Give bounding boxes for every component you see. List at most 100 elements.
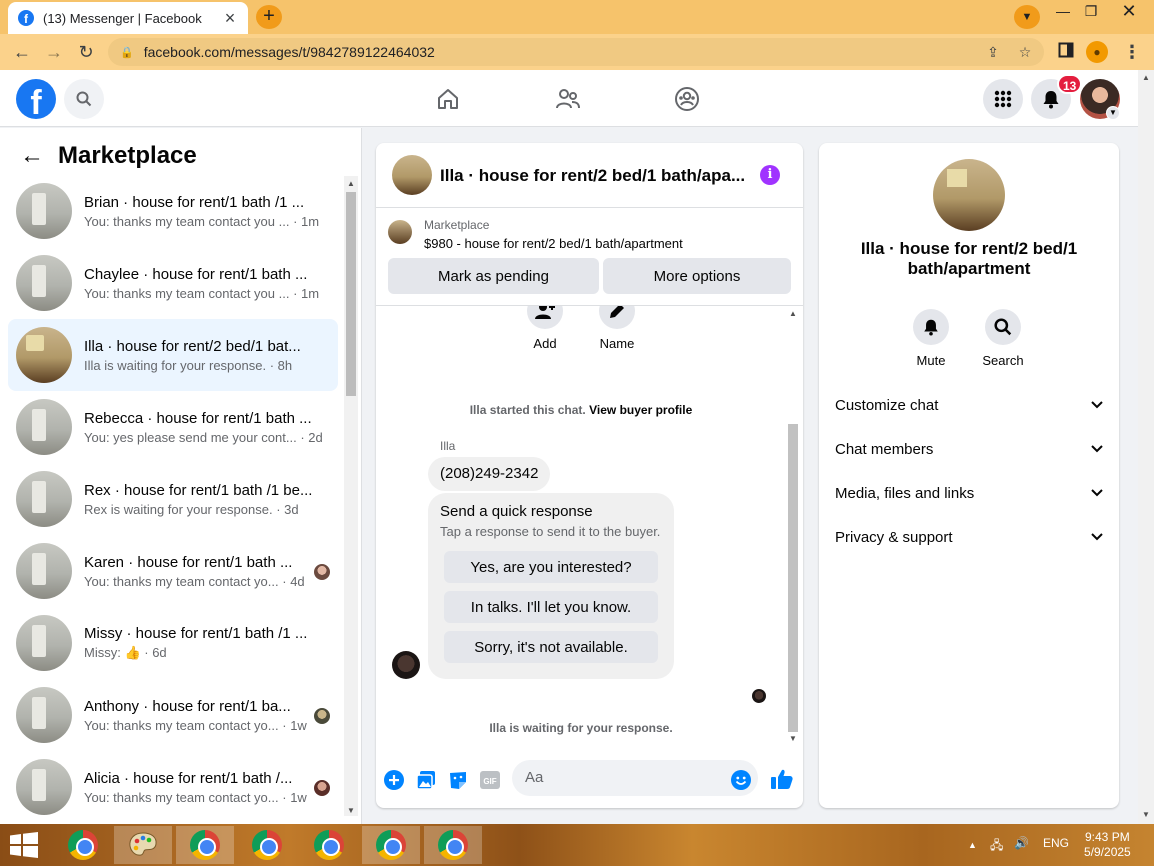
- gif-button[interactable]: GIF: [479, 769, 501, 791]
- scroll-up-icon[interactable]: ▲: [347, 179, 355, 188]
- chrome-taskbar-app-active[interactable]: [362, 826, 420, 864]
- friends-nav-button[interactable]: [553, 84, 583, 114]
- chat-started-notice: Illa started this chat. View buyer profi…: [469, 403, 693, 417]
- windows-start-icon[interactable]: [10, 832, 38, 858]
- more-options-button[interactable]: More options: [603, 258, 791, 294]
- buyer-avatar[interactable]: [392, 651, 420, 679]
- conversation-item[interactable]: Brian · house for rent/1 bath /1 ... You:…: [8, 175, 338, 247]
- bookmark-star-icon[interactable]: ☆: [1012, 44, 1038, 61]
- more-actions-button[interactable]: [383, 769, 405, 791]
- browser-tab[interactable]: f (13) Messenger | Facebook ×: [8, 2, 248, 34]
- conversation-item[interactable]: Chaylee · house for rent/1 bath ... You: …: [8, 247, 338, 319]
- forward-icon[interactable]: →: [42, 40, 66, 64]
- chrome-taskbar-app[interactable]: [54, 826, 112, 864]
- new-tab-button[interactable]: +: [256, 5, 282, 29]
- mute-action[interactable]: Mute: [901, 309, 961, 368]
- listing-thumbnail[interactable]: [388, 220, 412, 244]
- chrome-taskbar-app[interactable]: [424, 826, 482, 864]
- conversation-avatar: [16, 255, 72, 311]
- menu-button[interactable]: [983, 79, 1023, 119]
- info-icon[interactable]: i: [760, 165, 780, 185]
- details-avatar[interactable]: [933, 159, 1005, 231]
- chat-members-section[interactable]: Chat members: [835, 427, 1103, 471]
- chat-scrollbar[interactable]: ▲ ▼: [786, 306, 800, 746]
- sticker-button[interactable]: [447, 769, 469, 791]
- conversation-item[interactable]: Alicia · house for rent/1 bath /... You: …: [8, 751, 338, 823]
- view-buyer-profile-link[interactable]: View buyer profile: [589, 403, 692, 417]
- browser-toolbar: ← → ↻ 🔒 facebook.com/messages/t/98427891…: [0, 34, 1154, 70]
- browser-profile-icon[interactable]: ●: [1086, 41, 1108, 63]
- reload-icon[interactable]: ↻: [74, 40, 98, 64]
- lock-icon: 🔒: [120, 46, 134, 59]
- search-button[interactable]: [64, 79, 104, 119]
- conversation-preview: You: thanks my team contact yo...: [84, 717, 279, 733]
- mark-as-pending-button[interactable]: Mark as pending: [388, 258, 599, 294]
- privacy-support-section[interactable]: Privacy & support: [835, 515, 1103, 559]
- paint-taskbar-app[interactable]: [114, 826, 172, 864]
- side-panel-icon[interactable]: [1054, 40, 1078, 64]
- back-icon[interactable]: ←: [10, 40, 34, 64]
- tray-overflow-icon[interactable]: ▲: [968, 840, 977, 850]
- home-nav-button[interactable]: [433, 84, 463, 114]
- windows-taskbar: ▲ 🖧 🔊 ENG 9:43 PM 5/9/2025: [0, 824, 1154, 866]
- conversation-item[interactable]: Anthony · house for rent/1 ba... You: tha…: [8, 679, 338, 751]
- edit-name-action[interactable]: Name: [587, 306, 647, 351]
- facebook-logo-icon[interactable]: f: [16, 79, 56, 119]
- address-bar[interactable]: 🔒 facebook.com/messages/t/98427891224640…: [108, 38, 1044, 66]
- sidebar-scrollbar[interactable]: ▲ ▼: [344, 176, 358, 816]
- customize-chat-section[interactable]: Customize chat: [835, 383, 1103, 427]
- conversation-item-active[interactable]: Illa · house for rent/2 bed/1 bat... Illa…: [8, 319, 338, 391]
- chat-avatar[interactable]: [392, 155, 432, 195]
- message-input[interactable]: Aa: [512, 760, 758, 796]
- scroll-down-icon[interactable]: ▼: [1142, 810, 1150, 819]
- scroll-down-icon[interactable]: ▼: [347, 806, 355, 815]
- search-in-chat-action[interactable]: Search: [973, 309, 1033, 368]
- chat-title[interactable]: Illa · house for rent/2 bed/1 bath/apa..…: [440, 166, 750, 186]
- seen-by-avatar: [314, 780, 330, 796]
- scroll-down-icon[interactable]: ▼: [789, 734, 797, 743]
- listing-title[interactable]: $980 - house for rent/2 bed/1 bath/apart…: [424, 236, 683, 251]
- conversation-preview: Illa is waiting for your response.: [84, 357, 267, 373]
- conversation-sidebar: ← Marketplace Brian · house for rent/1 b…: [0, 128, 362, 824]
- conversation-preview: You: thanks my team contact you ...: [84, 213, 290, 229]
- language-indicator[interactable]: ENG: [1043, 836, 1069, 850]
- conversation-item[interactable]: Missy · house for rent/1 bath /1 ... Miss…: [8, 607, 338, 679]
- back-arrow-icon[interactable]: ←: [20, 142, 44, 170]
- chrome-taskbar-app[interactable]: [300, 826, 358, 864]
- like-send-button[interactable]: [770, 767, 794, 791]
- taskbar-clock[interactable]: 9:43 PM 5/9/2025: [1084, 830, 1131, 860]
- close-tab-icon[interactable]: ×: [222, 8, 238, 29]
- page-scrollbar[interactable]: ▲ ▼: [1138, 70, 1154, 824]
- conversation-name: Karen · house for rent/1 bath ...: [84, 553, 293, 571]
- conversation-item[interactable]: Rebecca · house for rent/1 bath ... You: …: [8, 391, 338, 463]
- quick-response-option[interactable]: Yes, are you interested?: [444, 551, 658, 583]
- close-window-icon[interactable]: ✕: [1114, 0, 1144, 26]
- conversation-item[interactable]: Karen · house for rent/1 bath ... You: th…: [8, 535, 338, 607]
- marketplace-listing-card: Marketplace $980 - house for rent/2 bed/…: [376, 208, 803, 306]
- conversation-item[interactable]: Rex · house for rent/1 bath /1 be... Rex …: [8, 463, 338, 535]
- emoji-button[interactable]: [730, 769, 752, 791]
- conversation-time: · 1m: [293, 213, 320, 229]
- restore-icon[interactable]: ❐: [1076, 0, 1106, 26]
- chrome-taskbar-app[interactable]: [238, 826, 296, 864]
- sidebar-scroll-thumb[interactable]: [346, 192, 356, 396]
- share-icon[interactable]: ⇪: [980, 44, 1006, 61]
- scroll-up-icon[interactable]: ▲: [789, 309, 797, 318]
- browser-menu-icon[interactable]: ⋮: [1120, 40, 1144, 64]
- seen-indicator-avatar: [752, 689, 766, 703]
- account-chevron-down-icon[interactable]: ▼: [1106, 106, 1120, 120]
- scroll-up-icon[interactable]: ▲: [1142, 73, 1150, 82]
- add-people-action[interactable]: Add: [515, 306, 575, 351]
- minimize-icon[interactable]: —: [1048, 0, 1078, 26]
- tab-search-button[interactable]: ▼: [1014, 5, 1040, 29]
- quick-response-option[interactable]: In talks. I'll let you know.: [444, 591, 658, 623]
- message-bubble[interactable]: (208)249-2342: [428, 457, 551, 491]
- groups-nav-button[interactable]: [672, 84, 702, 114]
- attach-photo-button[interactable]: [415, 769, 437, 791]
- chrome-taskbar-app[interactable]: [176, 826, 234, 864]
- volume-icon[interactable]: 🔊: [1014, 836, 1029, 850]
- chat-scroll-thumb[interactable]: [788, 424, 798, 732]
- media-files-links-section[interactable]: Media, files and links: [835, 471, 1103, 515]
- network-icon[interactable]: 🖧: [990, 836, 1003, 857]
- quick-response-option[interactable]: Sorry, it's not available.: [444, 631, 658, 663]
